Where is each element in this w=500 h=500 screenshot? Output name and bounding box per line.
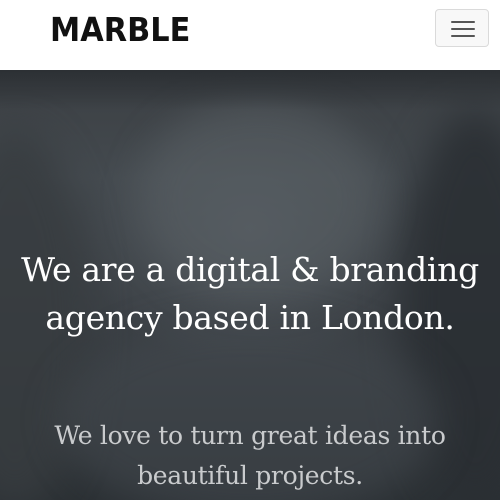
brand-logo[interactable]: MARBLE: [50, 12, 190, 48]
hero-background-shade: [0, 70, 500, 110]
page: MARBLE We are a digital & branding agenc…: [0, 0, 500, 500]
menu-toggle-button[interactable]: [435, 9, 489, 47]
hero-section: We are a digital & branding agency based…: [0, 70, 500, 500]
hero-subline-line: beautiful projects.: [137, 461, 363, 490]
hero-subline-line: We love to turn great ideas into: [54, 421, 446, 450]
hero-headline: We are a digital & branding agency based…: [0, 246, 500, 342]
hero-headline-line: We are a digital & branding: [21, 250, 479, 289]
hero-subline: We love to turn great ideas into beautif…: [0, 416, 500, 496]
hero-headline-line: agency based in London.: [45, 298, 455, 337]
navbar: MARBLE: [0, 0, 500, 70]
